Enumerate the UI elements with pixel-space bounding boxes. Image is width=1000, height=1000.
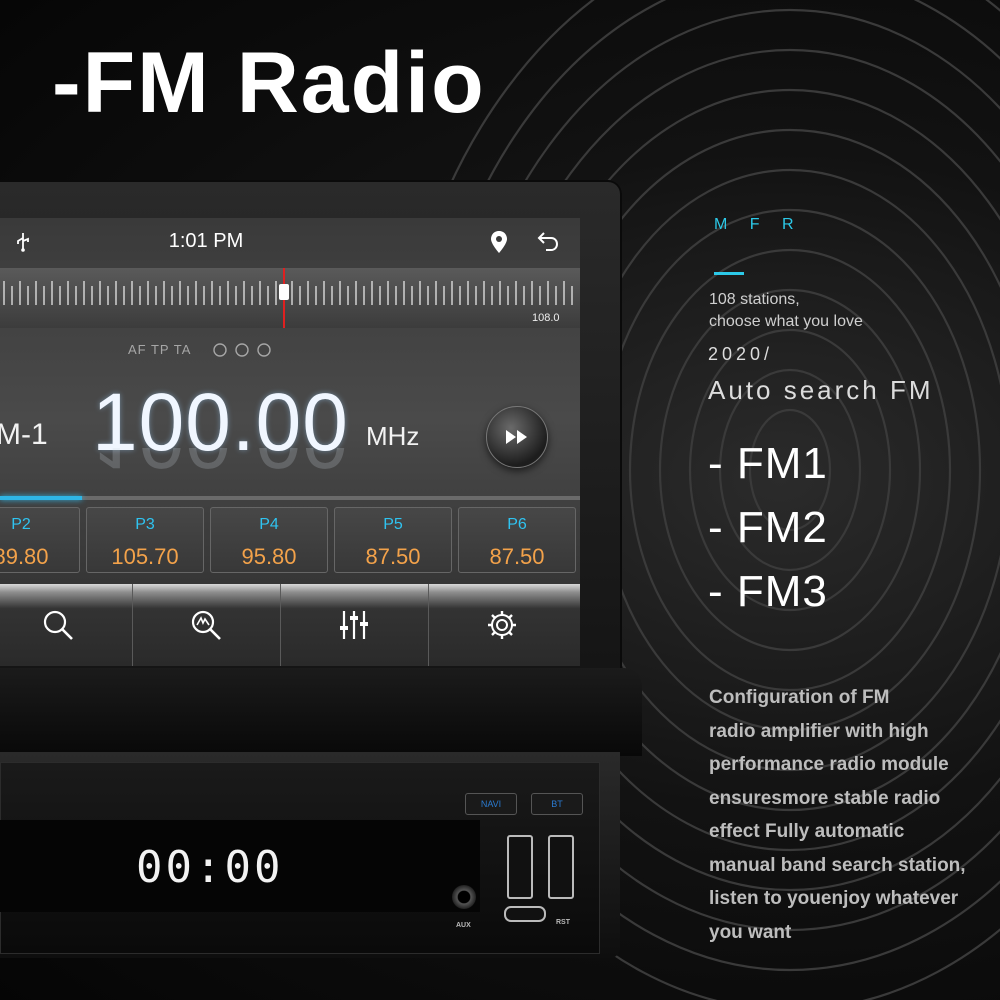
accent-dash: [714, 272, 744, 275]
status-clock: 1:01 PM: [168, 230, 244, 252]
auto-search-icon: [191, 610, 221, 640]
description-line: radio amplifier with high: [709, 720, 929, 742]
preset-frequency: 95.80: [241, 544, 297, 569]
band-item-fm3: - FM3: [708, 567, 828, 616]
status-bar: 1:01 PM: [0, 218, 580, 266]
equalizer-button[interactable]: [280, 584, 429, 666]
aux-label: AUX: [456, 922, 471, 929]
preset-frequency: 105.70: [111, 544, 179, 569]
year-label: 2020/: [708, 344, 774, 364]
radio-screen: 1:01 PM 108.0 AF TP TA M-1 100.00 100.00…: [0, 218, 580, 666]
aux-jack: [452, 885, 476, 909]
fast-forward-icon: [506, 430, 527, 444]
tagline: 108 stations, choose what you love: [709, 289, 863, 333]
search-button[interactable]: [0, 584, 133, 666]
auto-search-button[interactable]: [132, 584, 281, 666]
usb-port-2: [548, 835, 574, 899]
preset-button-p5[interactable]: P5 87.50: [334, 507, 452, 573]
page-title: -FM Radio: [52, 35, 486, 131]
navi-button[interactable]: NAVI: [465, 793, 517, 815]
settings-icon: [488, 611, 516, 639]
preset-scroll-indicator: [0, 496, 580, 500]
preset-name: P6: [507, 516, 527, 533]
mfr-heading: M F R: [714, 216, 794, 233]
band-item-fm1: - FM1: [708, 439, 828, 488]
rds-status-icons: [213, 343, 271, 357]
description-line: Configuration of FM: [709, 687, 890, 708]
band-label: M-1: [0, 418, 48, 451]
description-line: listen to youenjoy whatever: [709, 888, 959, 909]
preset-frequency: 87.50: [489, 544, 545, 569]
feature-description: Configuration of FM radio amplifier with…: [709, 681, 989, 949]
tagline-line: choose what you love: [709, 313, 863, 330]
preset-frequency: 89.80: [0, 544, 49, 569]
tuner-dial[interactable]: 108.0: [0, 268, 580, 328]
preset-button-p2[interactable]: P2 89.80: [0, 507, 80, 573]
description-line: effect Fully automatic: [709, 821, 905, 842]
description-line: you want: [709, 921, 792, 943]
frequency-unit: MHz: [366, 421, 420, 451]
bt-button[interactable]: BT: [531, 793, 583, 815]
rds-flags: AF TP TA: [128, 342, 192, 357]
preset-name: P5: [383, 516, 403, 533]
device-hinge: [0, 668, 642, 756]
seek-next-button[interactable]: [486, 406, 548, 468]
usb-port-1: [507, 835, 533, 899]
band-item-fm2: - FM2: [708, 503, 828, 552]
tuner-ticks: [3, 281, 573, 305]
frequency-reflection: 100.00: [92, 448, 349, 486]
lcd-clock: 00:00: [136, 842, 284, 893]
description-line: performance radio module: [709, 754, 949, 775]
search-icon: [43, 610, 73, 640]
auto-search-heading: Auto search FM: [708, 375, 934, 405]
rst-label: RST: [556, 919, 570, 926]
description-line: manual band search station,: [709, 854, 966, 876]
bottom-toolbar: [0, 584, 580, 666]
preset-name: P4: [259, 516, 279, 533]
preset-button-p4[interactable]: P4 95.80: [210, 507, 328, 573]
location-pin-icon[interactable]: [489, 230, 509, 254]
equalizer-icon: [340, 611, 368, 639]
band-list: - FM1 - FM2 - FM3: [708, 432, 828, 624]
preset-frequency: 87.50: [365, 544, 421, 569]
tuner-max-label: 108.0: [532, 312, 560, 324]
usb-c-port: [504, 906, 546, 922]
tagline-line: 108 stations,: [709, 291, 800, 308]
preset-button-p6[interactable]: P6 87.50: [458, 507, 576, 573]
description-line: ensuresmore stable radio: [709, 787, 941, 809]
tuner-needle-handle[interactable]: [279, 284, 289, 300]
preset-name: P2: [11, 516, 31, 533]
preset-button-p3[interactable]: P3 105.70: [86, 507, 204, 573]
preset-name: P3: [135, 516, 155, 533]
settings-button[interactable]: [428, 584, 576, 666]
back-arrow-icon[interactable]: [536, 230, 560, 252]
